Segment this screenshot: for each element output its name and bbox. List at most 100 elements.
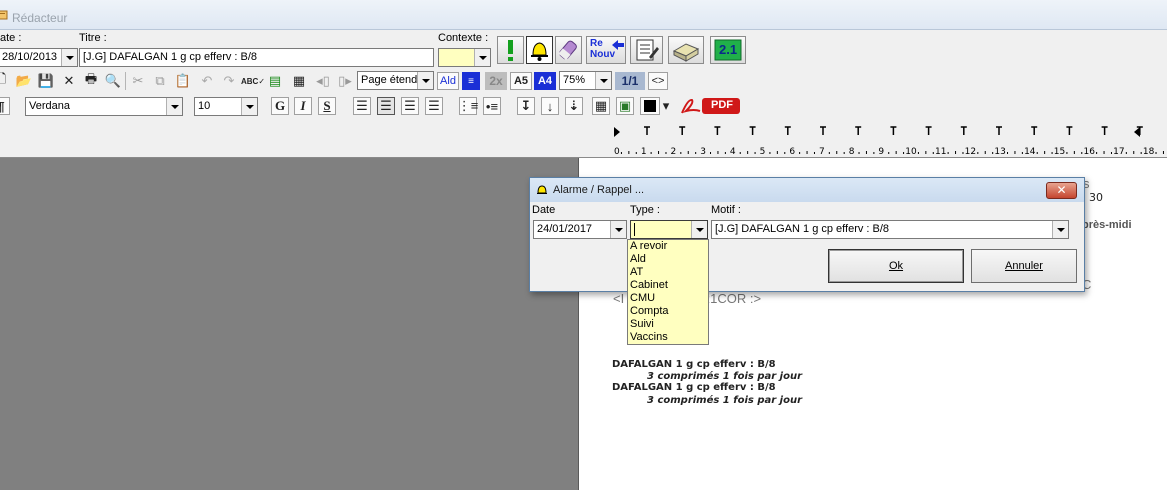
paste-icon[interactable]: 📋 (174, 72, 192, 90)
ruler-scale[interactable]: 012345678910111213141516171819 (0, 121, 1167, 158)
2x-button[interactable]: 2x (485, 72, 507, 90)
italic-button[interactable]: I (294, 97, 312, 115)
copy-icon[interactable]: ⧉ (151, 72, 169, 90)
line-break-icon[interactable]: ↓ (541, 97, 559, 115)
cancel-button[interactable]: Annuler (971, 249, 1077, 283)
print-drawer-button[interactable] (668, 36, 704, 64)
numbered-list-icon[interactable]: ⋮≡ (458, 97, 478, 115)
align-justify-icon[interactable]: ☰ (425, 97, 443, 115)
type-option[interactable]: Cabinet (628, 279, 708, 292)
redo-icon[interactable]: ↷ (220, 72, 238, 90)
type-option[interactable]: AT (628, 266, 708, 279)
tab-stop-marker[interactable] (855, 126, 862, 135)
left-indent-marker[interactable] (614, 127, 620, 137)
spellcheck-icon[interactable]: ABC✓ (241, 72, 265, 90)
align-left-icon[interactable]: ☰ (353, 97, 371, 115)
font-size-select[interactable]: 10 (194, 97, 258, 116)
style-icon[interactable]: ¶ (0, 97, 10, 115)
green-list-icon[interactable]: ▤ (266, 72, 284, 90)
tab-stop-marker[interactable] (820, 126, 826, 135)
contexte-dropdown-arrow[interactable] (474, 49, 490, 66)
date-combo[interactable]: 28/10/2013 (0, 48, 78, 67)
dialog-type-combo[interactable] (630, 220, 708, 239)
tab-stop-marker[interactable] (749, 126, 756, 135)
font-family-select[interactable]: Verdana (25, 97, 183, 116)
eraser-button[interactable] (555, 36, 582, 64)
tab-stop-marker[interactable] (1031, 126, 1038, 135)
type-option[interactable]: A revoir (628, 240, 708, 253)
open-folder-icon[interactable]: 📂 (15, 72, 33, 90)
bold-button[interactable]: G (271, 97, 289, 115)
ok-button[interactable]: Ok (828, 249, 964, 283)
zoom-dropdown-arrow[interactable] (595, 72, 611, 89)
dialog-date-combo[interactable]: 24/01/2017 (533, 220, 627, 239)
tab-stop-marker[interactable] (960, 126, 967, 135)
zoom-select[interactable]: 75% (559, 71, 612, 90)
titre-input[interactable]: [J.G] DAFALGAN 1 g cp efferv : B/8 (79, 48, 434, 67)
renouv-button[interactable]: Re Nouv (586, 36, 626, 64)
code-view-button[interactable]: <> (648, 72, 668, 90)
type-option[interactable]: Suivi (628, 318, 708, 331)
tab-stop-marker[interactable] (784, 126, 791, 135)
a4-button[interactable]: A4 (534, 72, 556, 90)
text-format-icon[interactable]: ≡ (462, 72, 480, 90)
page-mode-select[interactable]: Page étend (357, 71, 434, 90)
page-mode-value: Page étend (361, 74, 418, 86)
underline-button[interactable]: S (318, 97, 336, 115)
tab-stop-marker[interactable] (1101, 126, 1108, 135)
bell-icon (537, 185, 547, 194)
ald-button[interactable]: Ald (437, 72, 459, 90)
dialog-type-dropdown-arrow[interactable] (691, 221, 707, 238)
tab-stop-marker[interactable] (714, 126, 721, 135)
dialog-date-dropdown-arrow[interactable] (610, 221, 626, 238)
next-page-icon[interactable]: ▯▸ (336, 72, 354, 90)
tab-stop-marker[interactable] (1066, 126, 1073, 135)
color-dropdown-arrow[interactable]: ▾ (660, 97, 672, 115)
dialog-motif-dropdown-arrow[interactable] (1052, 221, 1068, 238)
a5-button[interactable]: A5 (510, 72, 532, 90)
print-icon[interactable]: 🖶 (82, 71, 100, 90)
previous-page-icon[interactable]: ◂▯ (314, 72, 332, 90)
tab-stop-marker[interactable] (679, 126, 686, 135)
type-option[interactable]: Ald (628, 253, 708, 266)
date-dropdown-arrow[interactable] (61, 49, 77, 66)
print-preview-icon[interactable]: 🔍 (104, 72, 122, 90)
dialog-date-label: Date (532, 204, 556, 216)
document-list-button[interactable] (630, 36, 663, 64)
align-right-icon[interactable]: ☰ (401, 97, 419, 115)
tab-stop-marker[interactable] (890, 126, 897, 135)
font-family-dropdown-arrow[interactable] (166, 98, 182, 115)
type-option[interactable]: Compta (628, 305, 708, 318)
new-document-icon[interactable]: 🗋 (0, 71, 10, 90)
dialog-titlebar[interactable]: Alarme / Rappel ... ✕ (530, 178, 1084, 202)
exclamation-button[interactable] (497, 36, 524, 64)
paragraph-down-icon[interactable]: ⇣ (565, 97, 583, 115)
page-count-button[interactable]: 1/1 (615, 72, 645, 90)
table-icon[interactable]: ▦ (592, 97, 610, 115)
tab-stop-marker[interactable] (644, 126, 650, 135)
dialog-close-button[interactable]: ✕ (1046, 182, 1077, 199)
insert-field-icon[interactable]: ▦ (290, 72, 308, 90)
type-option[interactable]: CMU (628, 292, 708, 305)
tab-stop-marker[interactable] (996, 126, 1002, 135)
close-icon[interactable]: ✕ (60, 72, 78, 90)
image-icon[interactable]: ▣ (616, 97, 634, 115)
tab-stop-marker[interactable] (925, 126, 932, 135)
bullet-list-icon[interactable]: •≡ (483, 97, 501, 115)
pdf-export-button[interactable]: PDF (680, 97, 742, 115)
contexte-combo[interactable] (438, 48, 491, 67)
color-picker-button[interactable] (640, 97, 660, 115)
align-center-icon[interactable]: ☰ (377, 97, 395, 115)
numbering-button[interactable]: 2.1 (710, 36, 746, 64)
save-icon[interactable]: 💾 (37, 72, 55, 90)
page-mode-dropdown-arrow[interactable] (417, 72, 433, 89)
app-icon (0, 10, 8, 20)
alarm-button[interactable] (526, 36, 553, 64)
dialog-motif-combo[interactable]: [J.G] DAFALGAN 1 g cp efferv : B/8 (711, 220, 1069, 239)
indent-down-icon[interactable]: ↧ (517, 97, 535, 115)
ok-label: Ok (888, 260, 904, 272)
cut-icon[interactable]: ✂ (129, 72, 147, 90)
type-option[interactable]: Vaccins (628, 331, 708, 344)
undo-icon[interactable]: ↶ (198, 72, 216, 90)
font-size-dropdown-arrow[interactable] (241, 98, 257, 115)
